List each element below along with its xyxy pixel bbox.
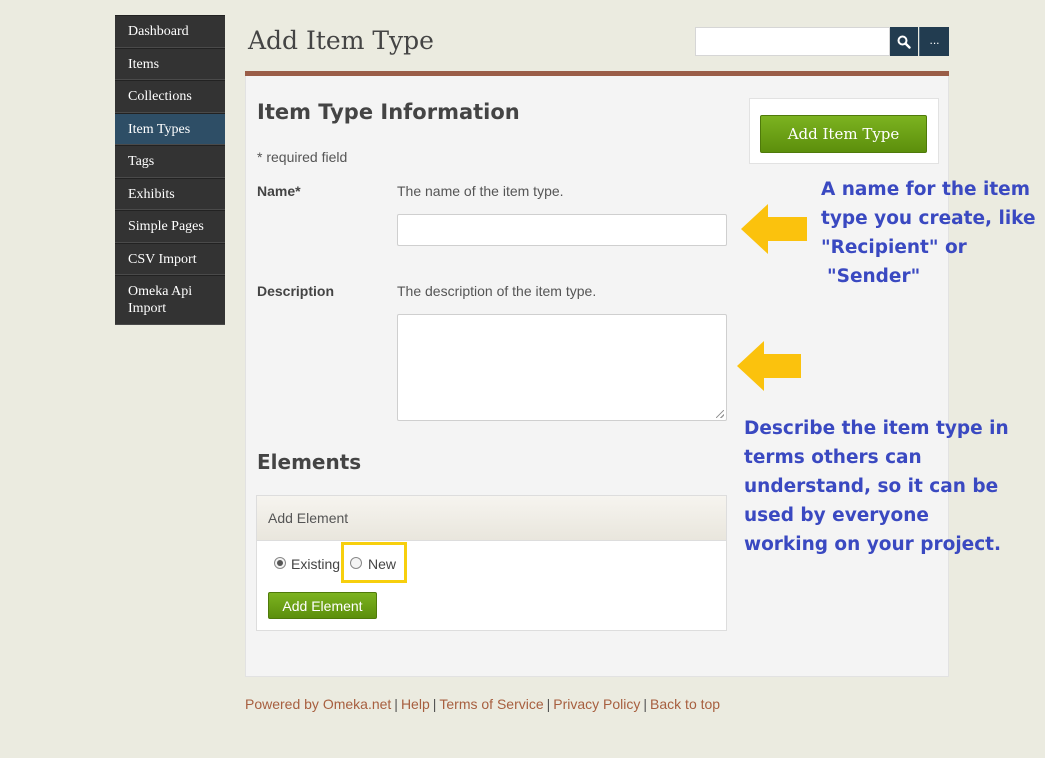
add-element-panel-header: Add Element: [257, 496, 726, 541]
annotation-description-line: working on your project.: [744, 534, 1002, 555]
sidebar-item-items[interactable]: Items: [115, 47, 225, 80]
annotation-name-line: type you create, like: [821, 208, 1036, 229]
search-bar: ...: [695, 27, 949, 56]
name-hint: The name of the item type.: [397, 183, 564, 199]
description-field[interactable]: [397, 314, 727, 421]
annotation-description-line: Describe the item type in: [744, 418, 1009, 439]
footer-separator: |: [546, 696, 551, 712]
add-item-type-button[interactable]: Add Item Type: [760, 115, 927, 153]
arrow-left-icon: [737, 341, 801, 391]
footer-separator: |: [394, 696, 398, 712]
sidebar-item-tags[interactable]: Tags: [115, 145, 225, 178]
annotation-description: Describe the item type in terms others c…: [744, 414, 1009, 559]
search-icon: [897, 35, 911, 49]
sidebar-item-collections[interactable]: Collections: [115, 80, 225, 113]
sidebar-item-label-line1: Omeka Api: [128, 284, 193, 299]
footer: Powered by Omeka.net | Help | Terms of Servi…: [245, 696, 720, 712]
sidebar-item-item-types[interactable]: Item Types: [115, 112, 225, 145]
footer-link-privacy[interactable]: Privacy Policy: [553, 696, 640, 712]
footer-link-terms[interactable]: Terms of Service: [439, 696, 543, 712]
arrow-left-icon: [741, 204, 807, 254]
annotation-name-line: A name for the item: [821, 179, 1031, 200]
footer-link-back-to-top[interactable]: Back to top: [650, 696, 720, 712]
footer-link-help[interactable]: Help: [401, 696, 430, 712]
add-element-button[interactable]: Add Element: [268, 592, 377, 619]
search-input[interactable]: [695, 27, 890, 56]
name-field[interactable]: [397, 214, 727, 246]
sidebar-item-csv-import[interactable]: CSV Import: [115, 242, 225, 275]
search-button[interactable]: [890, 27, 918, 56]
radio-existing[interactable]: [274, 557, 286, 569]
section-title-elements: Elements: [257, 450, 362, 474]
radio-existing-label[interactable]: Existing: [291, 556, 340, 572]
annotation-name: A name for the item type you create, lik…: [821, 175, 1036, 291]
section-title-item-type-info: Item Type Information: [257, 100, 520, 124]
advanced-search-button[interactable]: ...: [919, 27, 949, 56]
footer-separator: |: [643, 696, 648, 712]
sidebar-item-omeka-api-import[interactable]: Omeka Api Import: [115, 275, 225, 325]
highlight-new-option: [341, 542, 407, 583]
annotation-description-line: used by everyone: [744, 505, 929, 526]
annotation-name-line: "Recipient" or: [821, 237, 967, 258]
sidebar-item-exhibits[interactable]: Exhibits: [115, 177, 225, 210]
name-label: Name*: [257, 183, 301, 199]
annotation-description-line: terms others can: [744, 447, 922, 468]
required-note: * required field: [257, 149, 348, 165]
annotation-description-line: understand, so it can be: [744, 476, 999, 497]
footer-separator: |: [432, 696, 437, 712]
sidebar-item-simple-pages[interactable]: Simple Pages: [115, 210, 225, 243]
sidebar-item-dashboard[interactable]: Dashboard: [115, 15, 225, 48]
footer-link-powered-by[interactable]: Powered by Omeka.net: [245, 696, 391, 712]
page-title: Add Item Type: [248, 26, 434, 55]
resize-handle-icon[interactable]: [716, 410, 724, 418]
sidebar-item-label-line2: Import: [128, 301, 167, 316]
annotation-name-line: "Sender": [827, 266, 921, 287]
description-hint: The description of the item type.: [397, 283, 597, 299]
description-label: Description: [257, 283, 335, 299]
sidebar-nav: Dashboard Items Collections Item Types T…: [115, 15, 225, 325]
